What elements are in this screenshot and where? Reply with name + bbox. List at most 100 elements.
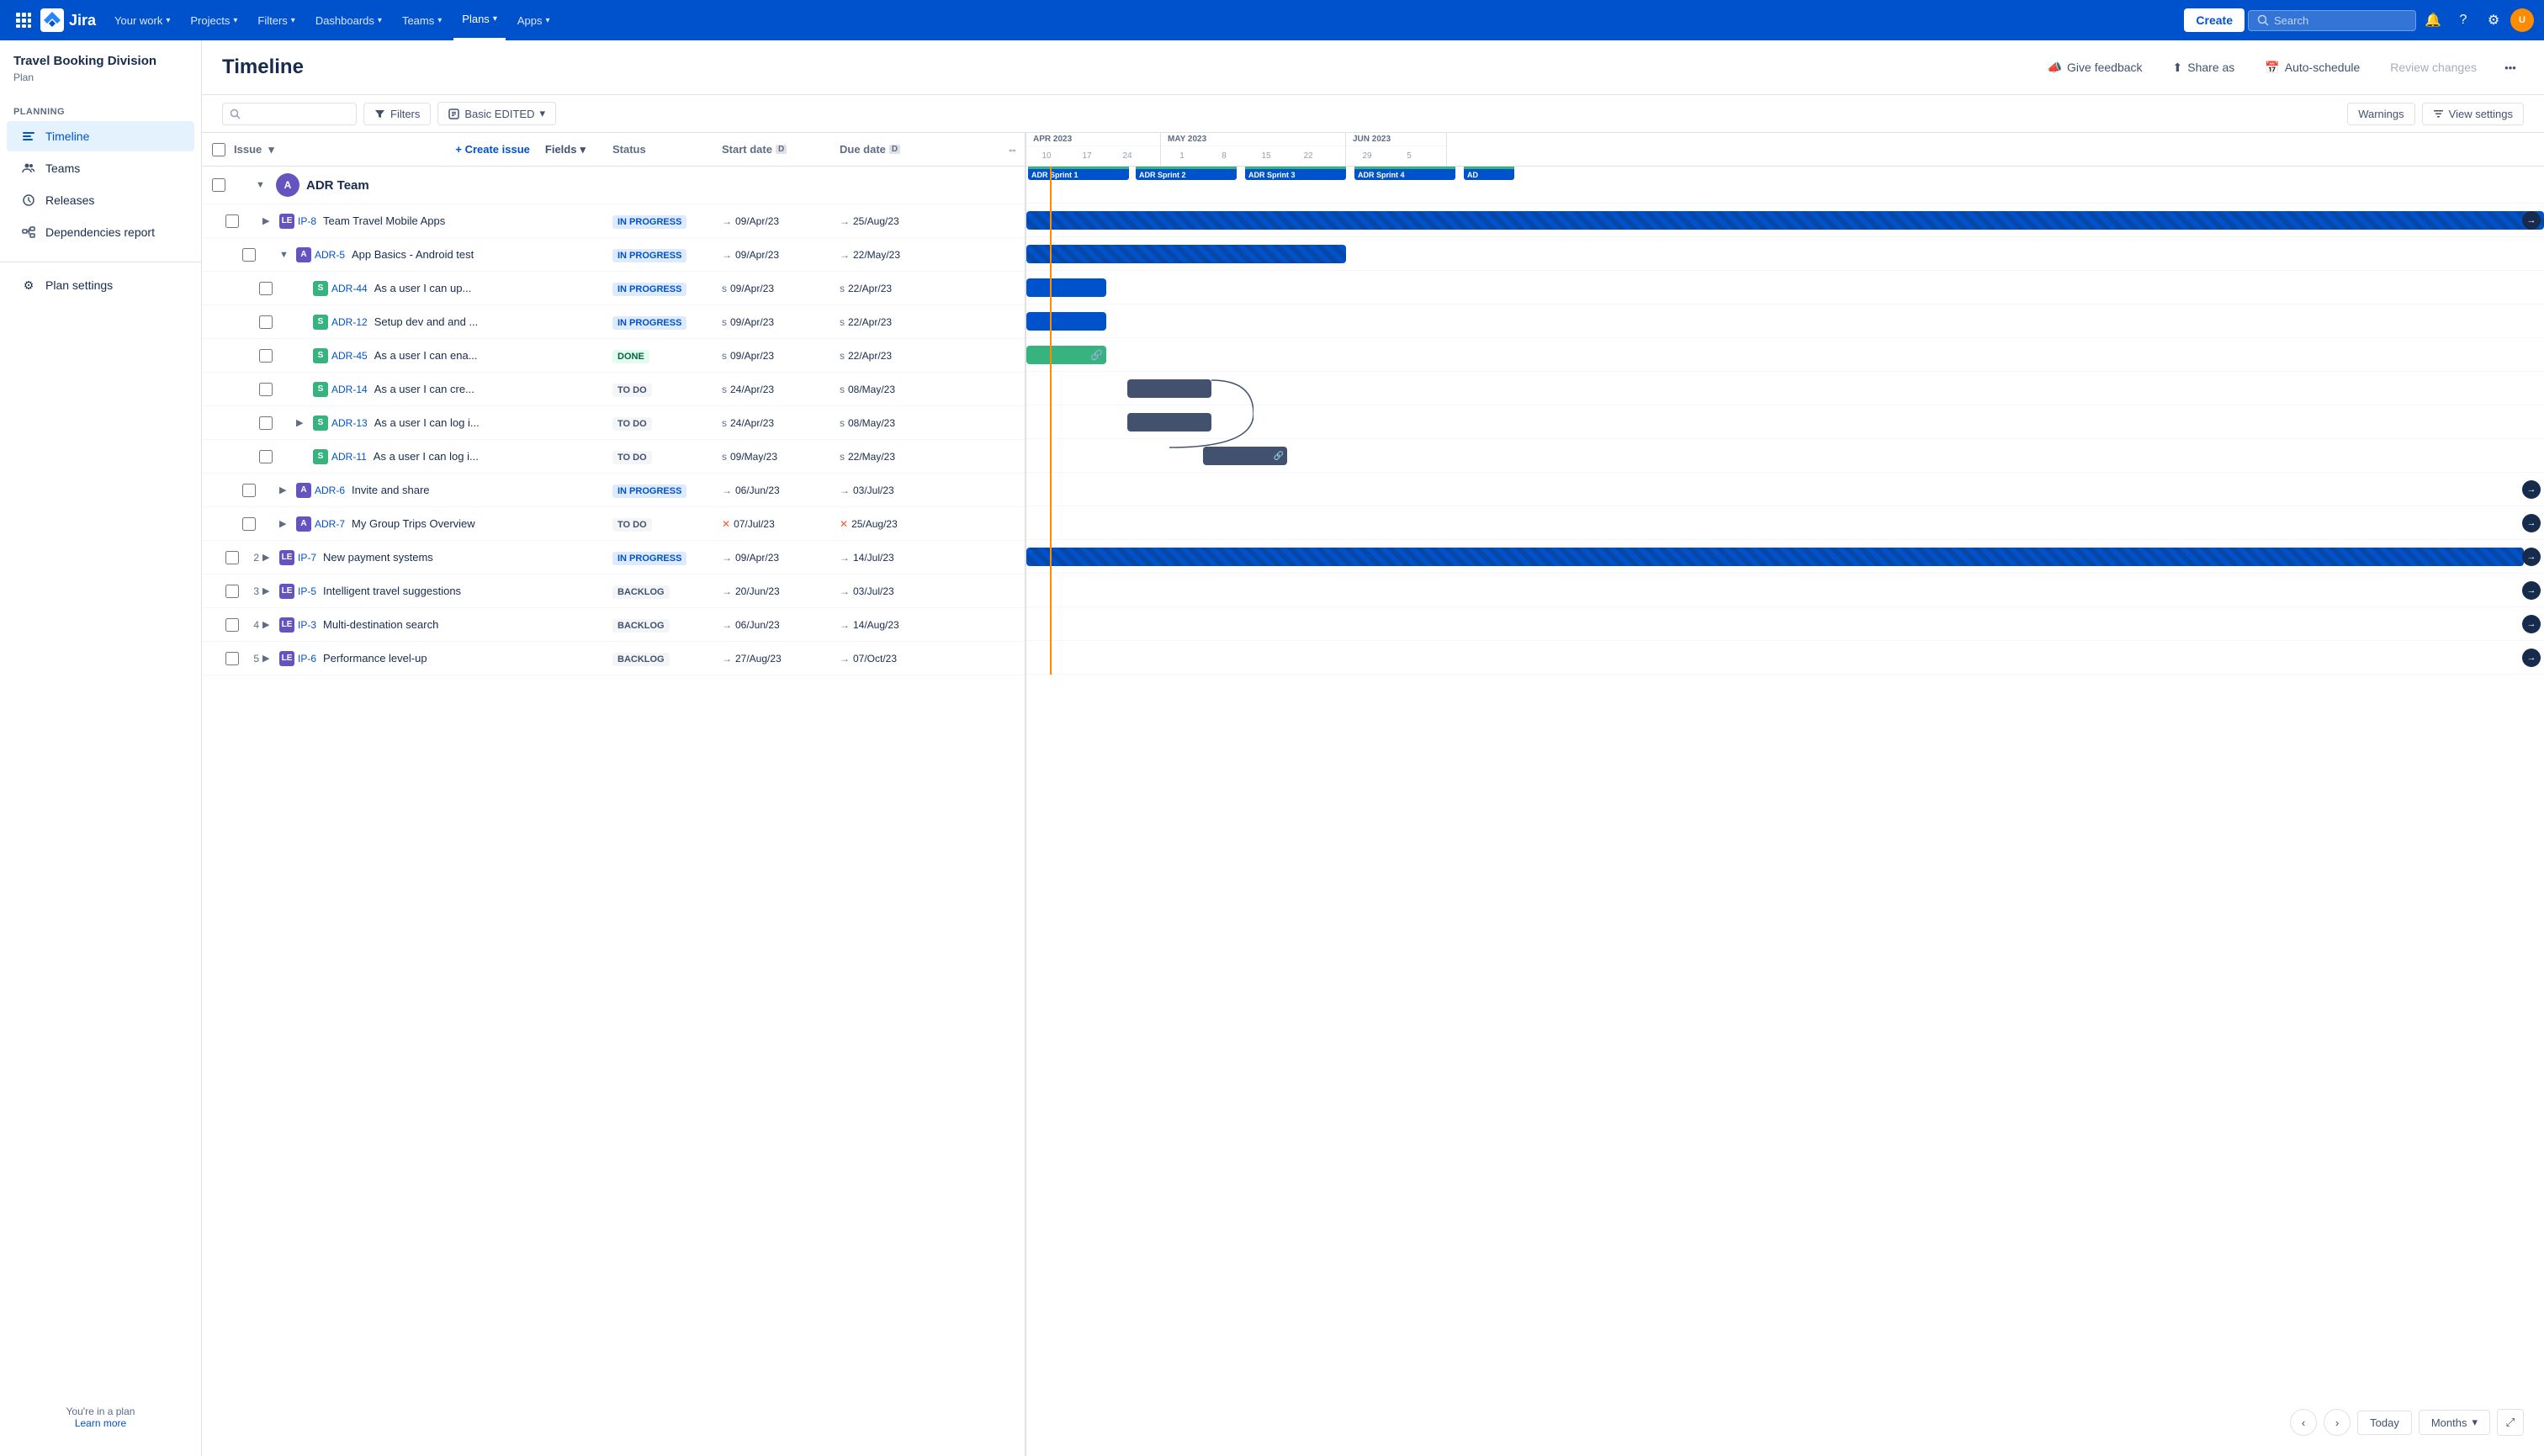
issue-key[interactable]: ADR-5 [315,249,345,261]
sidebar-item-dependencies[interactable]: Dependencies report [7,217,194,247]
expand-icon[interactable]: ▶ [262,619,276,630]
gantt-bar-adr45[interactable]: 🔗 [1026,346,1106,364]
gantt-arrow-ip3: → [2522,615,2541,633]
issue-key[interactable]: ADR-13 [331,417,368,429]
select-all-checkbox[interactable] [212,143,225,156]
group-expand-icon[interactable]: ▼ [256,180,269,190]
expand-icon[interactable]: ▶ [262,552,276,563]
issue-title: As a user I can log i... [374,416,480,429]
gantt-bar-adr5[interactable] [1026,245,1346,263]
issue-search-input[interactable] [246,108,347,120]
fields-button[interactable]: Fields ▾ [535,143,596,156]
row-checkbox[interactable] [259,450,273,463]
gantt-prev-button[interactable]: ‹ [2290,1409,2317,1436]
row-checkbox[interactable] [242,484,256,497]
view-settings-button[interactable]: View settings [2422,103,2524,125]
gantt-bar-ip7[interactable] [1026,548,2524,566]
months-button[interactable]: Months ▾ [2419,1410,2490,1435]
expand-icon[interactable]: ▶ [262,653,276,664]
review-changes-button[interactable]: Review changes [2380,56,2487,79]
issue-key[interactable]: IP-6 [298,653,316,664]
search-box[interactable] [2248,10,2416,31]
row-checkbox[interactable] [259,349,273,363]
issue-key[interactable]: ADR-7 [315,518,345,530]
today-button[interactable]: Today [2357,1411,2412,1435]
row-checkbox[interactable] [225,551,239,564]
create-issue-button[interactable]: + Create issue [455,143,530,156]
issue-key[interactable]: ADR-44 [331,283,368,294]
row-checkbox[interactable] [225,214,239,228]
issue-key[interactable]: IP-3 [298,619,316,631]
toolbar: Filters Basic EDITED ▾ Warnings View set… [202,95,2544,133]
learn-more-link[interactable]: Learn more [13,1417,188,1429]
warnings-button[interactable]: Warnings [2347,103,2414,125]
nav-filters[interactable]: Filters▾ [249,0,303,40]
basic-edited-button[interactable]: Basic EDITED ▾ [437,102,556,125]
nav-dashboards[interactable]: Dashboards▾ [307,0,390,40]
sidebar-item-releases[interactable]: Releases [7,185,194,215]
gantt-bar-ip8[interactable] [1026,211,2544,230]
nav-plans[interactable]: Plans▾ [453,0,506,40]
row-checkbox[interactable] [259,315,273,329]
help-icon[interactable]: ? [2450,7,2477,34]
expand-cols-icon[interactable]: ⇔ [1007,143,1025,156]
sprint-bar-5: AD [1464,167,1514,180]
issue-key[interactable]: ADR-12 [331,316,368,328]
auto-schedule-button[interactable]: 📅 Auto-schedule [2255,56,2370,80]
row-checkbox[interactable] [242,248,256,262]
expand-icon[interactable]: ▶ [262,215,276,226]
gantt-next-button[interactable]: › [2324,1409,2351,1436]
search-input[interactable] [2274,14,2392,27]
notifications-icon[interactable]: 🔔 [2419,7,2446,34]
table-section: Issue ▾ + Create issue Fields ▾ Status [202,133,1026,1456]
share-as-button[interactable]: ⬆ Share as [2163,56,2245,80]
jira-logo[interactable]: Jira [40,8,96,32]
sidebar-item-plan-settings[interactable]: ⚙ Plan settings [7,270,194,300]
gantt-bar-adr14[interactable] [1127,379,1211,398]
row-checkbox[interactable] [242,517,256,531]
issue-key[interactable]: IP-8 [298,215,316,227]
row-checkbox[interactable] [259,282,273,295]
row-checkbox[interactable] [259,383,273,396]
story-icon: S [313,416,328,431]
nav-apps[interactable]: Apps▾ [509,0,559,40]
status-badge: IN PROGRESS [612,552,686,565]
expand-icon[interactable]: ▼ [279,250,293,260]
nav-teams[interactable]: Teams▾ [394,0,450,40]
issue-key[interactable]: ADR-11 [331,451,367,463]
avatar[interactable]: U [2510,8,2534,32]
issue-search-box[interactable] [222,103,357,125]
expand-icon[interactable]: ▶ [262,585,276,596]
table-row: ▶ S ADR-44 As a user I can up... IN PROG… [202,272,1025,305]
issue-key[interactable]: IP-5 [298,585,316,597]
filters-button[interactable]: Filters [363,103,431,125]
epic-icon: A [296,483,311,498]
sidebar-item-timeline[interactable]: Timeline [7,121,194,151]
expand-icon[interactable]: ▶ [296,417,310,428]
gantt-bar-adr11[interactable]: 🔗 [1203,447,1287,465]
more-options-button[interactable]: ••• [2497,54,2524,81]
gantt-bar-adr44[interactable] [1026,278,1106,297]
gantt-bar-adr12[interactable] [1026,312,1106,331]
nav-projects[interactable]: Projects▾ [182,0,246,40]
nav-your-work[interactable]: Your work▾ [106,0,178,40]
gantt-bar-adr13[interactable] [1127,413,1211,432]
expand-icon[interactable]: ▶ [279,484,293,495]
give-feedback-button[interactable]: 📣 Give feedback [2038,56,2153,80]
sidebar-item-teams[interactable]: Teams [7,153,194,183]
chevron-down-icon[interactable]: ▾ [268,143,274,156]
settings-icon[interactable]: ⚙ [2480,7,2507,34]
row-checkbox[interactable] [225,618,239,632]
row-checkbox[interactable] [259,416,273,430]
grid-icon[interactable] [10,7,37,34]
issue-key[interactable]: ADR-14 [331,384,368,395]
issue-key[interactable]: ADR-6 [315,484,345,496]
row-checkbox[interactable] [225,585,239,598]
expand-icon[interactable]: ▶ [279,518,293,529]
create-button[interactable]: Create [2184,8,2245,32]
issue-key[interactable]: ADR-45 [331,350,368,362]
fullscreen-button[interactable]: ⤢ [2497,1409,2524,1436]
row-checkbox[interactable] [225,652,239,665]
group-checkbox[interactable] [212,178,225,192]
issue-key[interactable]: IP-7 [298,552,316,564]
